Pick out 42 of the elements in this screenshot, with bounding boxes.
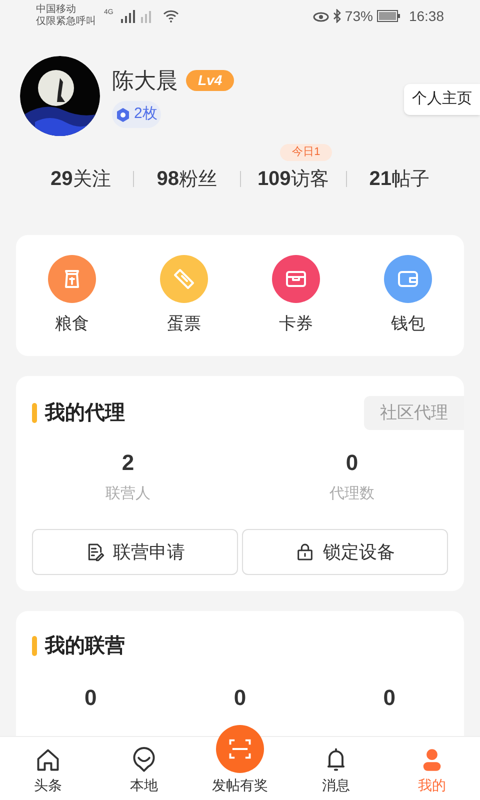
metric-value: 0 <box>234 684 246 712</box>
accent-bar <box>32 402 37 423</box>
smile-pin-icon <box>131 747 157 773</box>
metric-value: 0 <box>383 684 396 712</box>
battery-percent: 73% <box>344 6 373 26</box>
level-badge: Lv4 <box>186 70 234 92</box>
user-name: 陈大晨 <box>112 67 178 96</box>
wifi-icon <box>163 9 180 23</box>
carrier-text: 中国移动 <box>36 4 77 16</box>
shortcut-item[interactable]: 钱包 <box>352 254 464 336</box>
stat-item[interactable]: 21帖子 <box>346 164 452 194</box>
metric-value: 0 <box>346 448 358 476</box>
action-button[interactable]: 锁定设备 <box>242 529 448 575</box>
today-badge: 今日1 <box>280 144 332 160</box>
hexagon-badge-icon <box>116 108 130 122</box>
carrier-note: 仅限紧急呼叫 <box>36 16 96 28</box>
action-button[interactable]: 联营申请 <box>32 529 238 575</box>
nav-tab[interactable]: 消息 <box>288 736 384 800</box>
shortcut-item[interactable]: 蛋票 <box>128 254 240 336</box>
stat-item[interactable]: 29关注 <box>28 164 134 194</box>
nav-tab[interactable]: 发帖有奖 <box>192 720 288 800</box>
section-title: 我的联营 <box>45 634 125 659</box>
lock-icon <box>295 542 315 562</box>
ticket-icon <box>172 266 196 290</box>
nav-tab[interactable]: 本地 <box>96 736 192 800</box>
metric-label: 联营人 <box>106 484 150 504</box>
section-title: 我的代理 <box>45 400 125 426</box>
homepage-button[interactable]: 个人主页 <box>404 84 480 114</box>
clock-text: 16:38 <box>408 6 444 26</box>
home-icon <box>35 747 61 773</box>
accent-bar <box>32 636 37 656</box>
nav-tab[interactable]: 头条 <box>0 736 96 800</box>
eye-icon <box>312 10 329 22</box>
metric-label: 代理数 <box>330 484 374 504</box>
medal-chip[interactable]: 2枚 <box>112 101 162 128</box>
metric-value: 0 <box>84 684 97 712</box>
stat-item[interactable]: 98粉丝 <box>134 164 240 194</box>
battery-icon <box>376 10 401 22</box>
shortcut-item[interactable]: 卡券 <box>240 254 352 336</box>
bluetooth-icon <box>332 9 341 23</box>
metric-value: 2 <box>122 448 134 476</box>
shortcut-item[interactable]: 粮食 <box>16 254 128 336</box>
